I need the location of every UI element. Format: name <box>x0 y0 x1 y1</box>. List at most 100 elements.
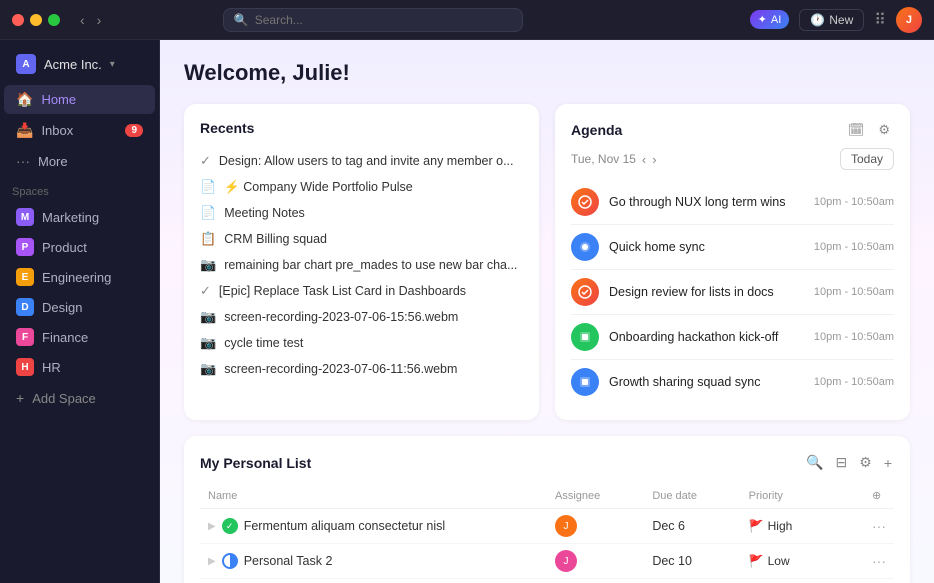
list-header: My Personal List 🔍 ⊟ ⚙ + <box>200 452 894 473</box>
product-space-label: Product <box>42 240 87 255</box>
event-icon-4 <box>571 368 599 396</box>
workspace-chevron-icon: ▾ <box>110 59 115 70</box>
list-settings-btn[interactable]: ⚙ <box>857 452 874 473</box>
expand-icon-0[interactable]: ▶ <box>208 521 216 532</box>
task-name-cell-1: ▶ Personal Task 2 <box>200 544 547 579</box>
sidebar-item-more[interactable]: ··· More <box>4 147 155 175</box>
user-avatar[interactable]: J <box>896 7 922 33</box>
recent-item-2[interactable]: 📄 Meeting Notes <box>200 200 523 226</box>
task-more-btn-0[interactable]: ··· <box>872 518 886 534</box>
agenda-prev-btn[interactable]: ‹ <box>642 152 646 167</box>
agenda-event-4[interactable]: Growth sharing squad sync 10pm - 10:50am <box>571 360 894 404</box>
priority-flag-1: 🚩 <box>749 554 764 568</box>
inbox-icon: 📥 <box>16 122 33 139</box>
expand-icon-1[interactable]: ▶ <box>208 556 216 567</box>
maximize-window-btn[interactable] <box>48 14 60 26</box>
app-layout: A Acme Inc. ▾ 🏠 Home 📥 Inbox 9 ··· More … <box>0 40 934 583</box>
table-row: ▶ Personal Task 2 J Dec 10 🚩 <box>200 544 894 579</box>
ai-badge[interactable]: ✦ AI <box>750 10 790 29</box>
close-window-btn[interactable] <box>12 14 24 26</box>
task-assignee-2: J <box>547 579 644 583</box>
recent-item-3[interactable]: 📋 CRM Billing squad <box>200 226 523 252</box>
spaces-section-label: Spaces <box>0 176 159 202</box>
recent-item-8[interactable]: 📷 screen-recording-2023-07-06-11:56.webm <box>200 356 523 382</box>
finance-space-label: Finance <box>42 330 88 345</box>
search-input[interactable] <box>255 13 512 27</box>
list-controls: 🔍 ⊟ ⚙ + <box>804 452 894 473</box>
sidebar-item-inbox[interactable]: 📥 Inbox 9 <box>4 116 155 145</box>
event-name-1: Quick home sync <box>609 240 804 254</box>
search-bar[interactable]: 🔍 <box>223 8 523 32</box>
new-button[interactable]: 🕐 New <box>799 9 864 31</box>
sidebar-item-marketing[interactable]: M Marketing <box>4 203 155 231</box>
recent-label-1: ⚡ Company Wide Portfolio Pulse <box>224 180 413 195</box>
design-space-avatar: D <box>16 298 34 316</box>
recent-item-0[interactable]: ✓ Design: Allow users to tag and invite … <box>200 148 523 174</box>
event-icon-2 <box>571 278 599 306</box>
task-more-btn-1[interactable]: ··· <box>872 553 886 569</box>
recent-item-6[interactable]: 📷 screen-recording-2023-07-06-15:56.webm <box>200 304 523 330</box>
agenda-calendar-btn[interactable]: 🗓 <box>844 120 869 140</box>
welcome-title: Welcome, Julie! <box>184 60 910 86</box>
task-assignee-1: J <box>547 544 644 579</box>
recents-card: Recents ✓ Design: Allow users to tag and… <box>184 104 539 420</box>
priority-label-1: Low <box>768 554 790 568</box>
recent-item-4[interactable]: 📷 remaining bar chart pre_mades to use n… <box>200 252 523 278</box>
forward-arrow[interactable]: › <box>93 10 106 30</box>
add-col-icon[interactable]: ⊕ <box>872 490 881 502</box>
sidebar-item-engineering[interactable]: E Engineering <box>4 263 155 291</box>
recent-label-4: remaining bar chart pre_mades to use new… <box>224 258 517 272</box>
recent-item-1[interactable]: 📄 ⚡ Company Wide Portfolio Pulse <box>200 174 523 200</box>
engineering-space-label: Engineering <box>42 270 111 285</box>
list-add-btn[interactable]: + <box>882 453 894 473</box>
status-icon-1 <box>222 553 238 569</box>
task-more-1: ··· <box>864 544 894 579</box>
hr-space-label: HR <box>42 360 61 375</box>
task-priority-2: 🚩 Medium <box>741 579 864 583</box>
task-duedate-2: Dec 11 <box>644 579 740 583</box>
agenda-today-btn[interactable]: Today <box>840 148 894 170</box>
agenda-event-3[interactable]: Onboarding hackathon kick-off 10pm - 10:… <box>571 315 894 360</box>
event-name-4: Growth sharing squad sync <box>609 375 804 389</box>
event-time-0: 10pm - 10:50am <box>814 196 894 208</box>
event-icon-0 <box>571 188 599 216</box>
more-icon: ··· <box>16 153 30 169</box>
agenda-event-0[interactable]: Go through NUX long term wins 10pm - 10:… <box>571 180 894 225</box>
list-search-btn[interactable]: 🔍 <box>804 452 825 473</box>
minimize-window-btn[interactable] <box>30 14 42 26</box>
sidebar-item-home[interactable]: 🏠 Home <box>4 85 155 114</box>
recents-title: Recents <box>200 120 523 136</box>
recent-item-5[interactable]: ✓ [Epic] Replace Task List Card in Dashb… <box>200 278 523 304</box>
task-more-0: ··· <box>864 509 894 544</box>
grid-icon[interactable]: ⠿ <box>874 10 886 30</box>
content-grid: Recents ✓ Design: Allow users to tag and… <box>184 104 910 420</box>
window-controls <box>12 14 60 26</box>
agenda-date: Tue, Nov 15 <box>571 152 636 166</box>
back-arrow[interactable]: ‹ <box>76 10 89 30</box>
recent-item-7[interactable]: 📷 cycle time test <box>200 330 523 356</box>
status-icon-0: ✓ <box>222 518 238 534</box>
workspace-header[interactable]: A Acme Inc. ▾ <box>4 48 155 80</box>
clock-icon: 🕐 <box>810 13 825 27</box>
agenda-date-nav: Tue, Nov 15 ‹ › Today <box>571 148 894 170</box>
col-duedate: Due date <box>644 485 740 509</box>
sidebar-item-product[interactable]: P Product <box>4 233 155 261</box>
recent-label-6: screen-recording-2023-07-06-15:56.webm <box>224 310 458 324</box>
recents-list: ✓ Design: Allow users to tag and invite … <box>200 148 523 382</box>
col-assignee: Assignee <box>547 485 644 509</box>
agenda-event-2[interactable]: Design review for lists in docs 10pm - 1… <box>571 270 894 315</box>
add-space-button[interactable]: + Add Space <box>4 384 155 412</box>
recent-label-2: Meeting Notes <box>224 206 305 220</box>
sidebar-item-hr[interactable]: H HR <box>4 353 155 381</box>
recent-label-3: CRM Billing squad <box>224 232 327 246</box>
col-name: Name <box>200 485 547 509</box>
sidebar-item-design[interactable]: D Design <box>4 293 155 321</box>
agenda-settings-btn[interactable]: ⚙ <box>874 120 894 140</box>
event-time-4: 10pm - 10:50am <box>814 376 894 388</box>
list-filter-btn[interactable]: ⊟ <box>834 452 850 473</box>
recent-icon-3: 📋 <box>200 231 216 247</box>
task-priority-1: 🚩 Low <box>741 544 864 579</box>
sidebar-item-finance[interactable]: F Finance <box>4 323 155 351</box>
agenda-event-1[interactable]: Quick home sync 10pm - 10:50am <box>571 225 894 270</box>
agenda-next-btn[interactable]: › <box>652 152 656 167</box>
